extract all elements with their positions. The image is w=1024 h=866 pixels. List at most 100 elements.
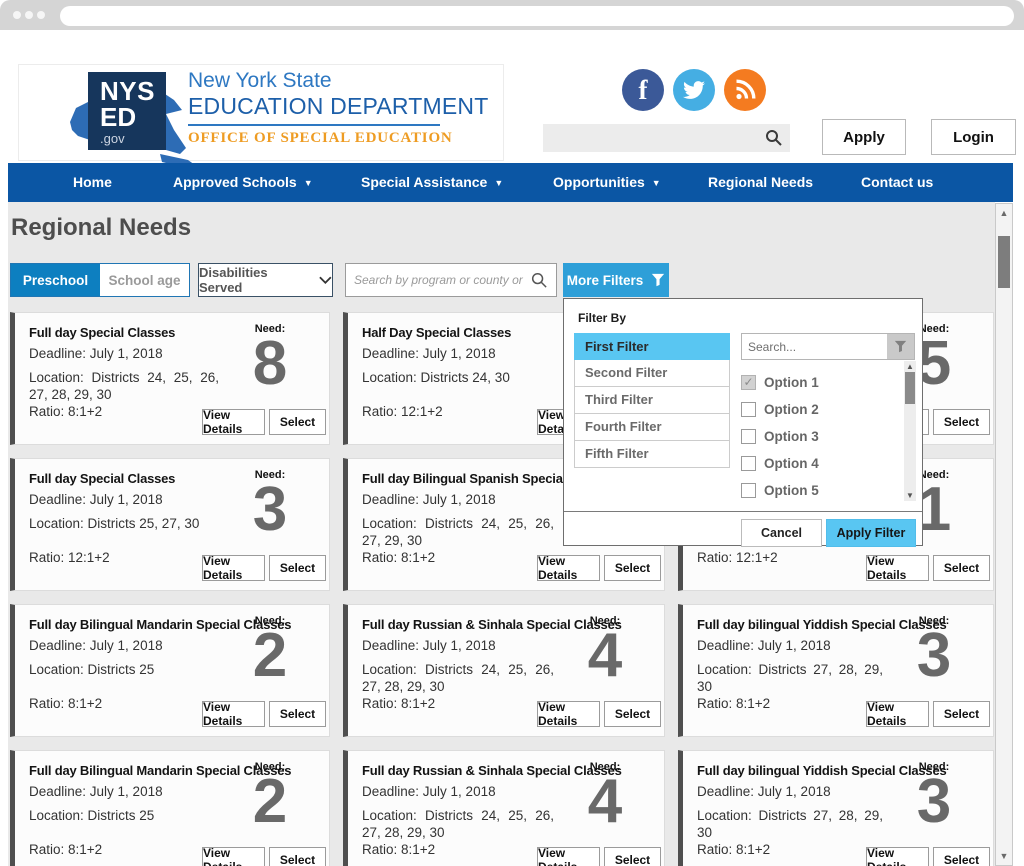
filter-category-item[interactable]: Fourth Filter <box>574 414 730 441</box>
filter-category-item[interactable]: Third Filter <box>574 387 730 414</box>
filter-option-label: Option 1 <box>764 375 819 390</box>
chevron-down-icon: ▼ <box>652 178 661 188</box>
chevron-down-icon <box>319 276 332 284</box>
select-button[interactable]: Select <box>269 409 326 435</box>
twitter-icon[interactable] <box>673 69 715 111</box>
card-title: Full day Special Classes <box>29 471 175 486</box>
filter-option-label: Option 2 <box>764 402 819 417</box>
tab-school-age[interactable]: School age <box>100 264 189 296</box>
card-deadline: Deadline: July 1, 2018 <box>697 784 831 799</box>
nav-item-opportunities[interactable]: Opportunities ▼ <box>553 163 661 202</box>
select-button[interactable]: Select <box>269 701 326 727</box>
scroll-down-icon[interactable]: ▼ <box>904 491 916 500</box>
rss-icon[interactable] <box>724 69 766 111</box>
filter-modal: Filter By First FilterSecond FilterThird… <box>563 298 923 546</box>
nav-item-approved-schools[interactable]: Approved Schools▼ <box>173 163 313 202</box>
address-bar[interactable] <box>60 6 1014 26</box>
login-button[interactable]: Login <box>931 119 1016 155</box>
scrollbar-thumb[interactable] <box>998 236 1010 288</box>
card-title: Full day Special Classes <box>29 325 175 340</box>
view-details-button[interactable]: View Details <box>202 701 265 727</box>
checkbox-checked-icon[interactable]: ✓ <box>741 375 756 390</box>
card-deadline: Deadline: July 1, 2018 <box>29 784 163 799</box>
program-card: Full day bilingual Yiddish Special Class… <box>678 750 994 866</box>
apply-filter-button[interactable]: Apply Filter <box>826 519 916 547</box>
select-button[interactable]: Select <box>933 701 990 727</box>
view-details-button[interactable]: View Details <box>202 847 265 866</box>
filter-option-row: Option 5 <box>741 477 899 504</box>
need-value: 2 <box>235 627 305 686</box>
scroll-up-icon[interactable]: ▲ <box>904 362 916 371</box>
checkbox-unchecked-icon[interactable] <box>741 456 756 471</box>
card-location: Location: Districts 25, 27, 30 <box>29 515 219 532</box>
card-buttons: View Details Select <box>202 555 326 581</box>
nav-item-special-assistance[interactable]: Special Assistance▼ <box>361 163 503 202</box>
filter-funnel-icon <box>894 340 907 353</box>
need-value: 3 <box>235 481 305 540</box>
view-details-button[interactable]: View Details <box>202 409 265 435</box>
options-scrollbar[interactable]: ▲ ▼ <box>904 361 916 501</box>
apply-button[interactable]: Apply <box>822 119 906 155</box>
need-value: 3 <box>899 627 969 686</box>
scroll-up-icon[interactable]: ▲ <box>996 208 1012 218</box>
select-button[interactable]: Select <box>269 847 326 866</box>
nav-item-regional-needs[interactable]: Regional Needs <box>708 163 813 202</box>
select-button[interactable]: Select <box>604 847 661 866</box>
card-deadline: Deadline: July 1, 2018 <box>362 346 496 361</box>
more-filters-label: More Filters <box>567 273 644 288</box>
window-dot-icon <box>25 11 33 19</box>
more-filters-button[interactable]: More Filters <box>563 263 669 297</box>
browser-chrome <box>0 0 1024 30</box>
nav-item-label: Opportunities <box>553 174 645 190</box>
checkbox-unchecked-icon[interactable] <box>741 483 756 498</box>
card-title: Half Day Special Classes <box>362 325 511 340</box>
facebook-icon[interactable]: f <box>622 69 664 111</box>
tab-preschool[interactable]: Preschool <box>11 264 100 296</box>
filter-option-search-button[interactable] <box>887 334 914 359</box>
window-dot-icon <box>13 11 21 19</box>
select-button[interactable]: Select <box>933 409 990 435</box>
view-details-button[interactable]: View Details <box>866 701 929 727</box>
nav-item-contact-us[interactable]: Contact us <box>861 163 933 202</box>
select-button[interactable]: Select <box>269 555 326 581</box>
scrollbar-thumb[interactable] <box>905 372 915 404</box>
filter-option-row: ✓ Option 1 <box>741 369 899 396</box>
view-details-button[interactable]: View Details <box>537 555 600 581</box>
page-scrollbar[interactable]: ▲ ▼ <box>995 203 1013 866</box>
filter-options-list: ✓Option 1Option 2Option 3Option 4Option … <box>741 369 899 504</box>
filter-category-item[interactable]: Fifth Filter <box>574 441 730 468</box>
nav-item-label: Special Assistance <box>361 174 487 190</box>
select-button[interactable]: Select <box>604 701 661 727</box>
select-button[interactable]: Select <box>933 555 990 581</box>
card-deadline: Deadline: July 1, 2018 <box>29 638 163 653</box>
nysed-logo-square: NYS ED .gov <box>88 72 166 150</box>
program-card: Full day Russian & Sinhala Special Class… <box>343 604 665 737</box>
program-search-input[interactable] <box>354 268 526 292</box>
view-details-button[interactable]: View Details <box>537 701 600 727</box>
card-deadline: Deadline: July 1, 2018 <box>362 638 496 653</box>
search-icon[interactable] <box>765 129 783 147</box>
filter-option-search <box>741 333 915 360</box>
checkbox-unchecked-icon[interactable] <box>741 429 756 444</box>
need-value: 4 <box>570 773 640 832</box>
cancel-button[interactable]: Cancel <box>741 519 822 547</box>
select-button[interactable]: Select <box>933 847 990 866</box>
view-details-button[interactable]: View Details <box>866 847 929 866</box>
view-details-button[interactable]: View Details <box>866 555 929 581</box>
nav-item-home[interactable]: Home <box>73 163 112 202</box>
filter-category-item[interactable]: First Filter <box>574 333 730 360</box>
view-details-button[interactable]: View Details <box>537 847 600 866</box>
rss-glyph-icon <box>733 78 757 102</box>
checkbox-unchecked-icon[interactable] <box>741 402 756 417</box>
disabilities-served-dropdown[interactable]: Disabilities Served <box>198 263 333 297</box>
need-value: 8 <box>235 335 305 394</box>
filter-option-search-input[interactable] <box>742 334 888 359</box>
nysed-logo[interactable]: NYS ED .gov <box>62 70 198 170</box>
card-buttons: View Details Select <box>537 555 661 581</box>
select-button[interactable]: Select <box>604 555 661 581</box>
view-details-button[interactable]: View Details <box>202 555 265 581</box>
scroll-down-icon[interactable]: ▼ <box>996 851 1012 861</box>
search-icon[interactable] <box>531 272 548 289</box>
header-search-input[interactable] <box>549 126 759 150</box>
filter-category-item[interactable]: Second Filter <box>574 360 730 387</box>
